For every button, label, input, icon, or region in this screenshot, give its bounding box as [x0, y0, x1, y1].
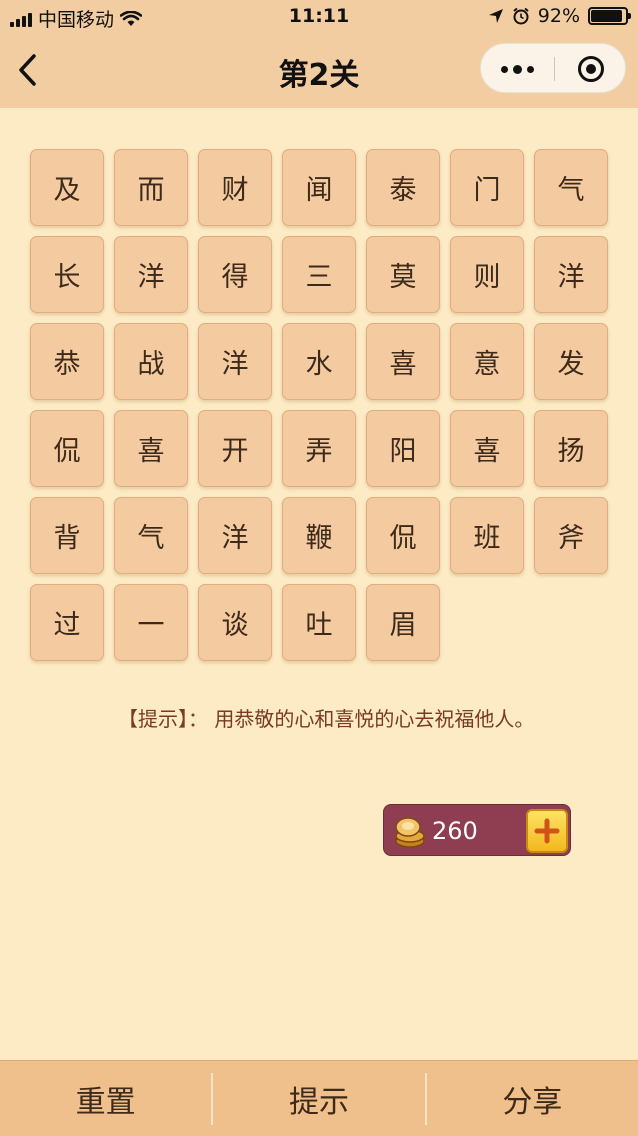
character-tile[interactable]: 侃: [30, 410, 104, 487]
character-tile[interactable]: 扬: [534, 410, 608, 487]
more-dot-icon: [501, 65, 508, 73]
bottom-bar: 重置 提示 分享: [0, 1060, 638, 1136]
location-icon: [488, 9, 503, 23]
character-grid: 及而财闻泰门气长洋得三莫则洋恭战洋水喜意发侃喜开弄阳喜扬背气洋鞭侃班斧过一谈吐眉: [30, 149, 608, 661]
battery-fill: [591, 10, 623, 22]
character-tile[interactable]: 战: [114, 323, 188, 400]
character-tile[interactable]: 得: [198, 236, 272, 313]
coin-count: 260: [432, 817, 478, 845]
character-tile[interactable]: 班: [450, 497, 524, 574]
character-tile[interactable]: 洋: [198, 323, 272, 400]
battery-icon: [588, 7, 631, 25]
character-tile[interactable]: 吐: [282, 584, 356, 661]
character-tile[interactable]: 侃: [366, 497, 440, 574]
character-tile[interactable]: 洋: [534, 236, 608, 313]
character-tile[interactable]: 一: [114, 584, 188, 661]
header: 中国移动 11:11 92% 第2关: [0, 0, 638, 108]
character-tile[interactable]: 意: [450, 323, 524, 400]
close-miniprogram-button[interactable]: [555, 44, 627, 94]
plus-icon: [534, 818, 560, 844]
more-dot-icon: [513, 64, 522, 74]
coin-counter: 260: [383, 804, 571, 856]
character-tile[interactable]: 过: [30, 584, 104, 661]
character-tile[interactable]: 弄: [282, 410, 356, 487]
status-right: 92%: [488, 5, 631, 27]
character-tile[interactable]: 水: [282, 323, 356, 400]
share-button[interactable]: 分享: [427, 1061, 638, 1136]
alarm-icon: [513, 7, 529, 25]
more-dot-icon: [527, 65, 534, 73]
status-bar: 中国移动 11:11 92%: [0, 0, 638, 34]
character-tile[interactable]: 洋: [198, 497, 272, 574]
hint-button[interactable]: 提示: [213, 1061, 424, 1136]
character-tile[interactable]: 气: [534, 149, 608, 226]
character-tile[interactable]: 而: [114, 149, 188, 226]
character-tile[interactable]: 斧: [534, 497, 608, 574]
menu-capsule: [480, 43, 626, 93]
character-tile[interactable]: 气: [114, 497, 188, 574]
more-button[interactable]: [481, 44, 554, 94]
character-tile[interactable]: 莫: [366, 236, 440, 313]
coin-stack-icon: [395, 817, 425, 848]
character-tile[interactable]: 阳: [366, 410, 440, 487]
character-tile[interactable]: 背: [30, 497, 104, 574]
character-tile[interactable]: 眉: [366, 584, 440, 661]
character-tile[interactable]: 长: [30, 236, 104, 313]
battery-label: 92%: [537, 5, 580, 27]
character-tile[interactable]: 恭: [30, 323, 104, 400]
character-tile[interactable]: 闻: [282, 149, 356, 226]
hint-text: 【提示】： 用恭敬的心和喜悦的心去祝福他人。: [118, 707, 535, 731]
character-tile[interactable]: 喜: [114, 410, 188, 487]
character-tile[interactable]: 及: [30, 149, 104, 226]
character-tile[interactable]: 泰: [366, 149, 440, 226]
character-tile[interactable]: 鞭: [282, 497, 356, 574]
character-tile[interactable]: 开: [198, 410, 272, 487]
target-icon: [578, 56, 604, 82]
character-tile[interactable]: 门: [450, 149, 524, 226]
reset-button[interactable]: 重置: [0, 1061, 211, 1136]
add-coins-button[interactable]: [526, 809, 568, 853]
character-tile[interactable]: 谈: [198, 584, 272, 661]
character-tile[interactable]: 喜: [366, 323, 440, 400]
character-tile[interactable]: 财: [198, 149, 272, 226]
character-tile[interactable]: 洋: [114, 236, 188, 313]
character-tile[interactable]: 发: [534, 323, 608, 400]
character-tile[interactable]: 则: [450, 236, 524, 313]
character-tile[interactable]: 喜: [450, 410, 524, 487]
character-tile[interactable]: 三: [282, 236, 356, 313]
